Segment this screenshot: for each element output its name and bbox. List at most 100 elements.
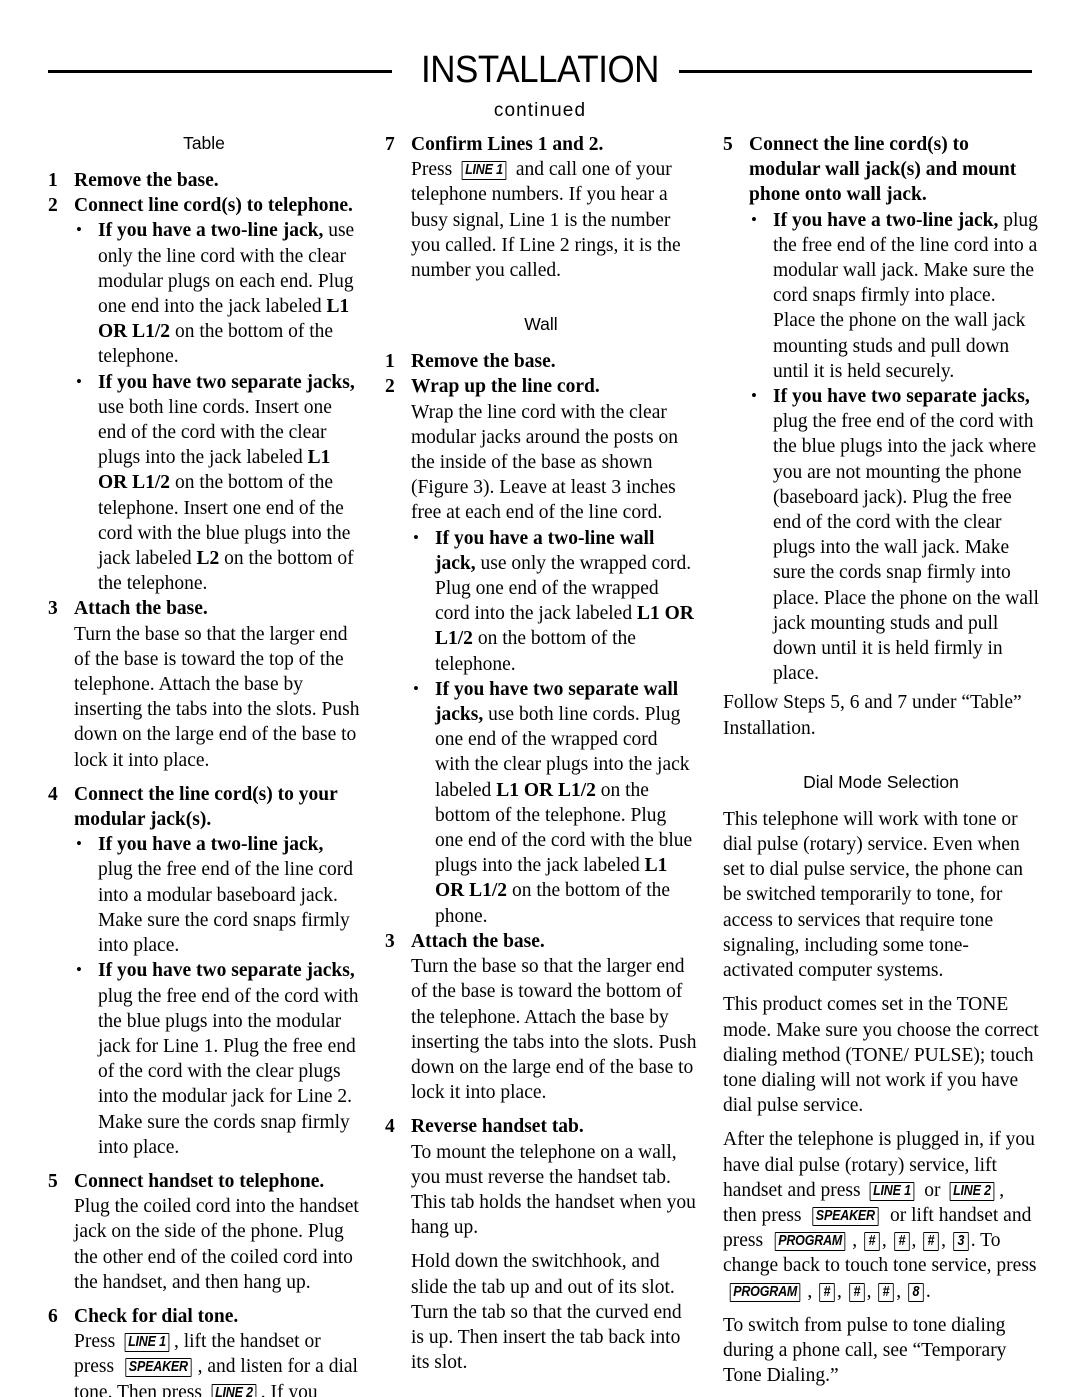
bullet-text: plug the free end of the line cord into … <box>773 209 1038 382</box>
bullet-item: • If you have two separate jacks, plug t… <box>74 958 360 1160</box>
step-item: 1 Remove the base. <box>48 168 360 193</box>
key-program[interactable]: PROGRAM <box>774 1232 846 1252</box>
step-body: To mount the telephone on a wall, you mu… <box>411 1141 696 1239</box>
step-body: Press LINE 1 and call one of your teleph… <box>411 157 697 283</box>
column-one: Table 1 Remove the base. 2 Connect line … <box>48 132 360 1397</box>
step-item: 6 Check for dial tone. Press LINE 1, lif… <box>48 1304 360 1397</box>
bullet-dot-icon: • <box>76 834 82 854</box>
step-item: 5 Connect the line cord(s) to modular wa… <box>723 132 1039 686</box>
column-two: 7 Confirm Lines 1 and 2. Press LINE 1 an… <box>385 132 697 1375</box>
instr-text: , <box>881 1230 892 1252</box>
instr-text: , <box>852 1230 863 1252</box>
bullet-dot-icon: • <box>76 220 82 240</box>
step-number: 4 <box>48 783 58 805</box>
step-number: 5 <box>723 134 733 155</box>
step-number: 3 <box>48 598 58 620</box>
key-line1[interactable]: LINE 1 <box>124 1333 170 1353</box>
step-title: Remove the base. <box>74 170 219 191</box>
instr-text: . To change back to touch tone service, … <box>723 1230 1037 1277</box>
bullet-lead: If you have a two-line jack, <box>98 834 324 856</box>
key-line2[interactable]: LINE 2 <box>949 1181 995 1201</box>
key-line2[interactable]: LINE 2 <box>211 1383 257 1397</box>
step-body: Plug the coiled cord into the handset ja… <box>74 1196 359 1293</box>
instr-text: , <box>941 1230 951 1252</box>
key-hash[interactable]: # <box>923 1232 939 1252</box>
section-heading-wall: Wall <box>524 314 558 335</box>
step-title: Attach the base. <box>411 930 545 952</box>
instr-text: , <box>836 1280 847 1302</box>
bullet-item: • If you have two separate wall jacks, u… <box>411 677 697 929</box>
step-title: Connect line cord(s) to telephone. <box>74 195 353 217</box>
step-body: Turn the base so that the larger end of … <box>411 956 697 1104</box>
instr-text: , <box>896 1280 906 1302</box>
key-hash[interactable]: # <box>893 1232 910 1252</box>
step-item: 3 Attach the base. Turn the base so that… <box>48 596 360 772</box>
bullet-text: plug the free end of the cord with the b… <box>773 411 1039 685</box>
bullet-lead: If you have a two-line jack, <box>773 209 999 231</box>
step-item: 1 Remove the base. <box>385 349 697 374</box>
bullet-dot-icon: • <box>413 678 419 698</box>
step-item: 4 Reverse handset tab. To mount the tele… <box>385 1114 697 1375</box>
step-item: 5 Connect handset to telephone. Plug the… <box>48 1169 360 1295</box>
step-item: 7 Confirm Lines 1 and 2. Press LINE 1 an… <box>385 132 697 283</box>
key-hash[interactable]: # <box>819 1282 835 1302</box>
bullet-item: • If you have a two-line jack, use only … <box>74 218 360 369</box>
bullet-item: • If you have two separate jacks, plug t… <box>749 384 1039 686</box>
step-number: 4 <box>385 1116 395 1138</box>
closing-paragraph: To switch from pulse to tone dialing dur… <box>723 1314 1007 1387</box>
section-heading-dial-mode: Dial Mode Selection <box>803 771 959 792</box>
instr-text: , <box>866 1280 877 1302</box>
step-title: Reverse handset tab. <box>411 1116 584 1138</box>
step-body: Wrap the line cord with the clear modula… <box>411 401 678 524</box>
paragraph: This telephone will work with tone or di… <box>723 808 1023 982</box>
dial-instructions: After the telephone is plugged in, if yo… <box>723 1127 1039 1303</box>
instr-text: , <box>911 1230 922 1252</box>
instr-text: or <box>919 1179 946 1201</box>
step-number: 2 <box>48 195 58 217</box>
step-item: 2 Connect line cord(s) to telephone. • I… <box>48 193 360 596</box>
step-body-second: Hold down the switchhook, and slide the … <box>411 1251 682 1374</box>
key-line1[interactable]: LINE 1 <box>461 161 507 181</box>
manual-page: INSTALLATION continued Table 1 Remove th… <box>0 0 1080 1397</box>
bullet-item: • If you have a two-line wall jack, use … <box>411 526 697 677</box>
bullet-dot-icon: • <box>751 209 757 229</box>
bullet-dot-icon: • <box>76 371 82 391</box>
bullet-item: • If you have a two-line jack, plug the … <box>749 208 1039 384</box>
step-body: Press LINE 1, lift the handset or press … <box>74 1329 360 1397</box>
instr-text: . <box>925 1280 931 1302</box>
key-three[interactable]: 3 <box>953 1232 969 1252</box>
step-item: 3 Attach the base. Turn the base so that… <box>385 929 697 1105</box>
key-hash[interactable]: # <box>848 1282 865 1302</box>
key-hash[interactable]: # <box>864 1232 880 1252</box>
bullet-dot-icon: • <box>751 386 757 406</box>
step-title: Connect the line cord(s) to your modular… <box>74 783 338 831</box>
key-hash[interactable]: # <box>878 1282 894 1302</box>
jack-label: L1 OR L1/2 <box>496 779 596 801</box>
page-header: INSTALLATION <box>0 48 1080 94</box>
step-number: 2 <box>385 376 395 398</box>
step-number: 1 <box>385 351 395 373</box>
step-number: 1 <box>48 170 58 191</box>
step-number: 3 <box>385 930 395 952</box>
key-eight[interactable]: 8 <box>908 1282 924 1302</box>
section-heading-table: Table <box>183 133 225 153</box>
paragraph: This product comes set in the TONE mode.… <box>723 994 1039 1117</box>
step-number: 6 <box>48 1305 58 1327</box>
instr-text: , <box>807 1280 818 1302</box>
key-speaker[interactable]: SPEAKER <box>812 1206 879 1226</box>
key-line1[interactable]: LINE 1 <box>870 1181 915 1201</box>
bullet-lead: If you have two separate jacks, <box>773 386 1030 408</box>
bullet-lead: If you have two separate jacks, <box>98 960 355 982</box>
key-program[interactable]: PROGRAM <box>729 1282 801 1302</box>
page-subtitle: continued <box>493 100 587 121</box>
step-title: Check for dial tone. <box>74 1305 239 1327</box>
step-title: Connect the line cord(s) to modular wall… <box>749 134 1017 206</box>
step-number: 7 <box>385 134 395 155</box>
step-number: 5 <box>48 1170 58 1192</box>
step-title: Attach the base. <box>74 598 208 620</box>
key-speaker[interactable]: SPEAKER <box>125 1358 192 1378</box>
bullet-lead: If you have a two-line jack, <box>98 220 324 242</box>
column-three: 5 Connect the line cord(s) to modular wa… <box>723 132 1039 1388</box>
step-body: Turn the base so that the larger end of … <box>74 623 360 771</box>
page-title: INSTALLATION <box>421 49 659 91</box>
